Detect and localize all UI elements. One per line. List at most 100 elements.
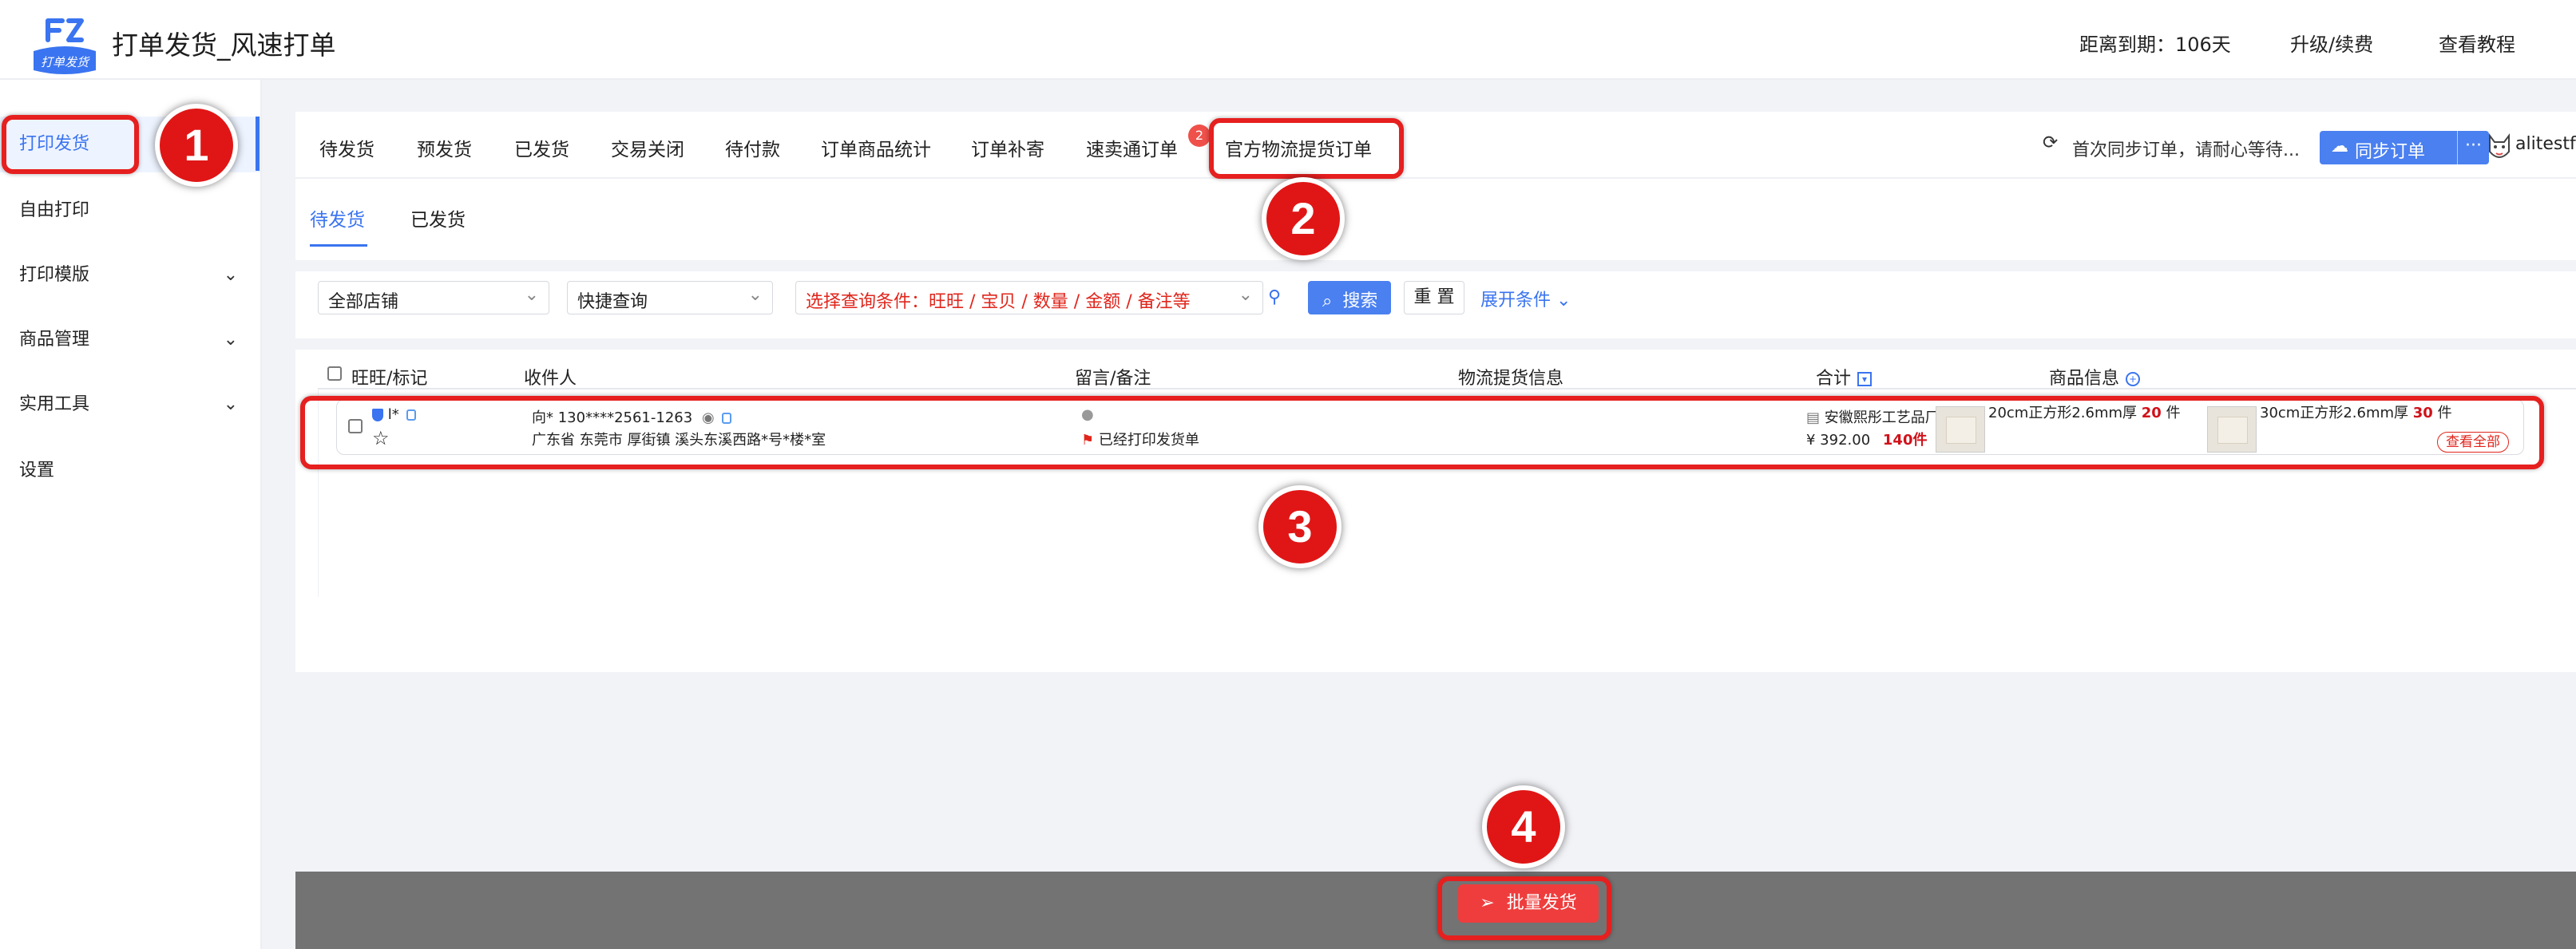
product-thumbnail[interactable] xyxy=(1936,406,1985,453)
cloud-sync-icon: ☁ xyxy=(2331,136,2348,156)
sidebar-item-tools[interactable]: 实用工具 ⌄ xyxy=(0,377,260,433)
tab-shipped[interactable]: 已发货 xyxy=(514,134,569,161)
table-header: 旺旺/标记 收件人 留言/备注 物流提货信息 合计 ▾ 商品信息 + xyxy=(318,358,2576,389)
col-total: 合计 ▾ xyxy=(1816,364,1873,389)
search-button[interactable]: ⌕ 搜索 xyxy=(1308,281,1391,314)
tab-pre-ship[interactable]: 预发货 xyxy=(417,134,472,161)
condition-select[interactable]: 选择查询条件：旺旺 / 宝贝 / 数量 / 金额 / 备注等 ⌄ xyxy=(795,281,1263,314)
product-name: 30cm正方形2.6mm厚 xyxy=(2260,405,2409,421)
annotation-marker-2: 2 xyxy=(1262,177,1345,260)
sidebar-item-free-print[interactable]: 自由打印 xyxy=(0,183,260,239)
quick-query-select[interactable]: 快捷查询 ⌄ xyxy=(567,281,773,314)
sidebar-item-label: 实用工具 xyxy=(19,394,90,414)
product-unit: 件 xyxy=(2437,405,2452,421)
star-icon[interactable]: ☆ xyxy=(372,427,390,449)
eye-icon[interactable]: ◉ xyxy=(702,409,715,426)
product-name: 20cm正方形2.6mm厚 xyxy=(1988,405,2138,421)
tab-aliexpress[interactable]: 速卖通订单 xyxy=(1086,134,1178,161)
sidebar-item-print-templates[interactable]: 打印模版 ⌄ xyxy=(0,247,260,303)
batch-ship-button[interactable]: ➢ 批量发货 xyxy=(1458,884,1599,923)
sync-status: 首次同步订单，请耐心等待... xyxy=(2072,140,2300,160)
refresh-icon: ⟳ xyxy=(2043,132,2059,153)
sidebar-item-label: 设置 xyxy=(19,461,55,480)
annotation-marker-3: 3 xyxy=(1258,485,1342,568)
product-thumbnail[interactable] xyxy=(2207,406,2257,453)
tab-pending-ship[interactable]: 待发货 xyxy=(319,134,375,161)
account-name[interactable]: alitestfo xyxy=(2515,134,2576,154)
tab-resend[interactable]: 订单补寄 xyxy=(971,134,1044,161)
table-body: l* ☆ 向* 130****2561-1263 ◉ 广东省 东莞市 厚街镇 溪… xyxy=(318,389,2576,597)
add-icon[interactable]: + xyxy=(2126,372,2141,386)
chevron-down-icon: ⌄ xyxy=(223,330,238,350)
divider xyxy=(295,260,2576,271)
buyer-name: l* xyxy=(387,406,399,423)
subtab-pending[interactable]: 待发货 xyxy=(310,204,365,231)
expiry-text: 距离到期：106天 xyxy=(2079,34,2231,56)
tab-unpaid[interactable]: 待付款 xyxy=(725,134,780,161)
table-row[interactable]: l* ☆ 向* 130****2561-1263 ◉ 广东省 东莞市 厚街镇 溪… xyxy=(336,399,2524,455)
shop-name: 安徽熙彤工艺品厂 xyxy=(1824,409,1940,426)
pin-icon[interactable]: ⚲ xyxy=(1268,287,1281,307)
chevron-down-icon: ⌄ xyxy=(747,285,763,305)
row-checkbox[interactable] xyxy=(348,419,363,433)
buyer-cell: l* xyxy=(372,406,417,423)
chevron-down-icon: ⌄ xyxy=(524,285,539,305)
reset-button[interactable]: 重 置 xyxy=(1404,281,1464,314)
subtab-underline xyxy=(310,244,367,247)
tab-order-stats[interactable]: 订单商品统计 xyxy=(821,134,931,161)
tab-closed[interactable]: 交易关闭 xyxy=(611,134,684,161)
shop-select-value: 全部店铺 xyxy=(328,292,399,312)
col-receiver: 收件人 xyxy=(524,369,577,389)
sync-button-label: 同步订单 xyxy=(2355,142,2426,162)
expand-conditions-link[interactable]: 展开条件 ⌄ xyxy=(1480,286,1571,311)
app-header: 打单发货 打单发货_风速打单 距离到期：106天 升级/续费 查看教程 xyxy=(0,0,2576,80)
chevron-down-icon: ⌄ xyxy=(1556,291,1571,310)
search-icon: ⌕ xyxy=(1322,291,1333,311)
search-button-label: 搜索 xyxy=(1342,291,1378,311)
col-product-label: 商品信息 xyxy=(2049,369,2120,389)
order-count: 140件 xyxy=(1882,432,1928,449)
shield-icon xyxy=(372,409,383,421)
tutorial-link[interactable]: 查看教程 xyxy=(2439,29,2515,57)
top-tabs: 待发货 预发货 已发货 交易关闭 待付款 订单商品统计 订单补寄 速卖通订单 2… xyxy=(295,112,2576,179)
svg-text:打单发货: 打单发货 xyxy=(41,55,90,69)
tab-official-logistics[interactable]: 官方物流提货订单 xyxy=(1225,134,1372,161)
bottom-action-bar: ➢ 批量发货 xyxy=(295,872,2576,949)
product-item: 30cm正方形2.6mm厚 30 件 xyxy=(2260,401,2452,422)
sidebar-item-label: 打印模版 xyxy=(19,265,90,285)
batch-ship-label: 批量发货 xyxy=(1506,893,1577,913)
product-qty: 20 xyxy=(2141,405,2162,421)
view-all-button[interactable]: 查看全部 xyxy=(2437,432,2509,453)
shop-cell: ▤ 安徽熙彤工艺品厂 xyxy=(1806,406,1940,427)
copy-icon[interactable] xyxy=(722,413,732,424)
receiver-address: 广东省 东莞市 厚街镇 溪头东溪西路*号*楼*室 xyxy=(532,432,826,449)
avatar xyxy=(2489,133,2510,158)
annotation-marker-1: 1 xyxy=(155,104,238,187)
order-amount: ¥ 392.00 xyxy=(1806,432,1871,449)
chevron-down-icon: ⌄ xyxy=(223,394,238,414)
subtab-shipped[interactable]: 已发货 xyxy=(410,204,466,231)
sidebar-active-indicator xyxy=(256,117,260,171)
expand-conditions-label: 展开条件 xyxy=(1480,291,1552,310)
sidebar-item-label: 打印发货 xyxy=(19,134,90,154)
send-icon: ➢ xyxy=(1480,893,1495,913)
more-options-button[interactable]: ··· xyxy=(2457,131,2489,164)
col-product: 商品信息 + xyxy=(2049,364,2141,389)
col-wangwang: 旺旺/标记 xyxy=(351,369,428,389)
message-icon: ● xyxy=(1081,406,1094,423)
shop-select[interactable]: 全部店铺 ⌄ xyxy=(318,281,549,314)
upgrade-link[interactable]: 升级/续费 xyxy=(2290,29,2373,57)
chevron-down-icon: ⌄ xyxy=(1238,285,1253,305)
filter-icon[interactable]: ▾ xyxy=(1857,372,1873,386)
select-all-checkbox[interactable] xyxy=(327,366,342,381)
chevron-down-icon: ⌄ xyxy=(223,265,238,285)
divider xyxy=(295,338,2576,350)
product-unit: 件 xyxy=(2166,405,2181,421)
receiver-line1: 向* 130****2561-1263 ◉ xyxy=(532,406,732,427)
copy-icon[interactable] xyxy=(406,409,417,421)
sidebar-item-products[interactable]: 商品管理 ⌄ xyxy=(0,312,260,368)
sidebar-item-settings[interactable]: 设置 xyxy=(0,443,260,499)
condition-select-value: 选择查询条件：旺旺 / 宝贝 / 数量 / 金额 / 备注等 xyxy=(806,292,1191,312)
sync-orders-button[interactable]: ☁ 同步订单 ··· xyxy=(2320,131,2489,164)
product-qty: 30 xyxy=(2412,405,2433,421)
